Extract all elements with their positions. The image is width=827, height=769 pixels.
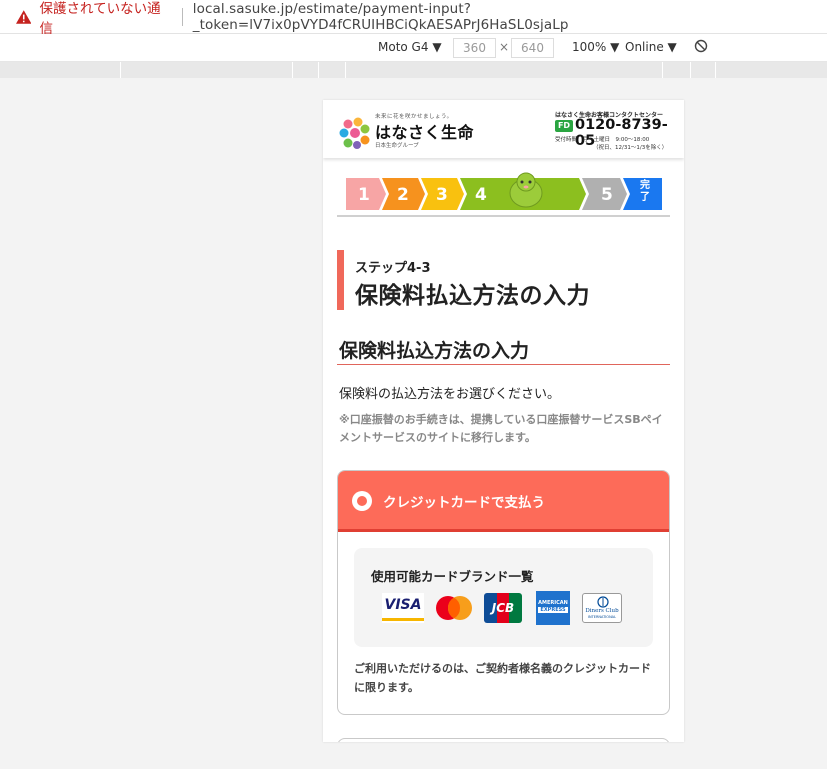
visa-text: VISA [384,597,422,613]
site-header: 未来に花を咲かせましょう。 はなさく生命 日本生命グループ はなさく生命お客様コ… [323,100,684,158]
zoom-select[interactable]: 100% ▼ [572,40,619,54]
step-3: 3 [436,185,448,205]
credit-card-note: ご利用いただけるのは、ご契約者様名義のクレジットカードに限ります。 [354,662,651,694]
dropdown-arrow-icon: ▼ [432,40,442,54]
step-4: 4 [475,185,487,205]
network-select[interactable]: Online ▼ [625,40,677,54]
brand-subtitle: 日本生命グループ [375,143,419,149]
freedial-icon: FD [555,120,573,132]
step-done: 完 了 [640,180,650,204]
brand-name[interactable]: はなさく生命 [375,119,474,143]
jcb-text: JCB [491,601,515,615]
flower-logo-icon [339,117,370,149]
url-text[interactable]: local.sasuke.jp/estimate/payment-input?_… [193,1,827,33]
page-title: 保険料払込方法の入力 [355,283,590,309]
business-hours-note: （祝日、12/31～1/3を除く） [593,145,668,151]
address-bar[interactable]: 保護されていない通信 local.sasuke.jp/estimate/paym… [0,0,827,37]
visa-logo: VISA [382,593,424,623]
device-toolbar: Moto G4 ▼ 360 × 640 100% ▼ Online ▼ [0,34,827,62]
card-brands-title: 使用可能カードブランド一覧 [371,569,534,584]
diners-text-2: INTERNATIONAL [587,615,617,619]
title-accent-bar [337,250,344,310]
dropdown-arrow-icon: ▼ [610,40,620,54]
network-value: Online [625,40,664,54]
device-name: Moto G4 [378,40,429,54]
amex-logo: AMERICAN EXPRESS [536,591,570,625]
step-2: 2 [397,185,409,205]
media-query-ruler [0,62,827,78]
amex-text-1: AMERICAN [538,600,568,606]
credit-card-label[interactable]: クレジットカードで支払う [383,491,545,511]
dropdown-arrow-icon: ▼ [667,40,677,54]
diners-club-logo: Diners Club INTERNATIONAL [582,593,622,623]
diners-text-1: Diners Club [585,608,619,614]
step-shapes [346,178,662,210]
radio-dot-icon [357,496,367,506]
diners-club-mark-icon [597,596,609,608]
security-indicator[interactable]: 保護されていない通信 [16,0,170,37]
card-brands-panel: 使用可能カードブランド一覧 VISA JCB AMERICAN EXPRESS … [354,548,653,647]
step-underline [337,215,670,217]
credit-card-option-header[interactable]: クレジットカードで支払う [338,471,669,532]
security-label: 保護されていない通信 [39,0,161,37]
credit-card-option[interactable]: クレジットカードで支払う 使用可能カードブランド一覧 VISA JCB AMER… [337,470,670,715]
dimension-separator: × [499,40,510,54]
height-input[interactable]: 640 [511,38,554,58]
width-input[interactable]: 360 [453,38,496,58]
business-hours: 受付時間 月～土曜日 9:00～18:00 [555,137,650,143]
amex-text-2: EXPRESS [538,607,568,613]
next-payment-option[interactable] [337,738,670,742]
section-title: 保険料払込方法の入力 [339,340,530,362]
device-viewport: 未来に花を咲かせましょう。 はなさく生命 日本生命グループ はなさく生命お客様コ… [323,100,684,742]
step-5: 5 [601,185,613,205]
step-done-line1: 完 [640,180,650,191]
warning-icon [16,9,32,24]
step-1: 1 [358,185,370,205]
step-done-line2: 了 [640,192,650,203]
divider [181,7,183,26]
zoom-value: 100% [572,40,607,54]
step-label: ステップ4-3 [355,261,431,276]
mastercard-logo [436,596,472,620]
jcb-logo: JCB [484,593,522,623]
device-select[interactable]: Moto G4 ▼ [378,40,442,54]
rotate-icon[interactable] [694,39,708,56]
lead-text: 保険料の払込方法をお選びください。 [339,387,561,402]
mascot-icon [509,172,543,208]
redirect-note: ※口座振替のお手続きは、提携している口座振替サービスSBペイメントサービスのサイ… [339,413,663,444]
credit-card-radio[interactable] [352,491,372,511]
section-underline [337,364,670,365]
step-progress: 1 2 3 4 5 完 了 [346,172,662,212]
